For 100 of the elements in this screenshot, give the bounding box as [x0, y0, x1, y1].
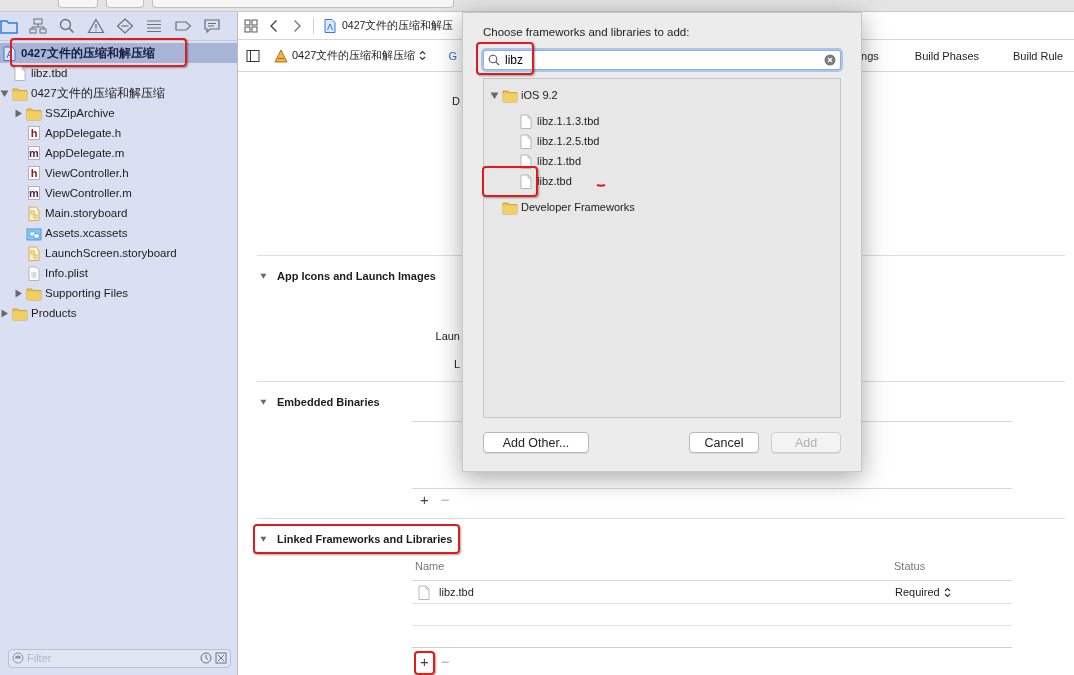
item-label: LaunchScreen.storyboard — [45, 247, 177, 259]
source-file-icon: m — [28, 146, 40, 160]
toolbar-field[interactable] — [152, 0, 454, 8]
folder-icon[interactable] — [0, 18, 18, 34]
tree-row[interactable]: libz.tbd — [0, 63, 237, 83]
stepper-icon — [419, 50, 427, 61]
source-file-icon: h — [28, 126, 40, 140]
scope-icon[interactable] — [215, 652, 227, 664]
field-label: Laun — [434, 329, 460, 343]
tree-row[interactable]: 0427文件的压缩和解压缩 — [0, 83, 237, 103]
section-title: Linked Frameworks and Libraries — [277, 533, 453, 545]
hierarchy-icon[interactable] — [29, 18, 47, 34]
tree-row[interactable]: h ViewController.h — [0, 163, 237, 183]
storyboard-file-icon — [26, 205, 42, 221]
editor-tab[interactable]: G — [448, 49, 458, 62]
item-label: Products — [31, 307, 77, 319]
diamond-icon[interactable] — [116, 18, 134, 34]
item-label: SSZipArchive — [45, 107, 115, 119]
stepper-icon — [943, 586, 951, 598]
item-label: Assets.xcassets — [45, 227, 128, 239]
disclosure-triangle-icon[interactable] — [260, 398, 269, 406]
list-item[interactable]: libz.tbd — [537, 175, 572, 187]
item-label: AppDelegate.m — [45, 147, 125, 159]
list-file-icon — [26, 265, 42, 281]
dialog-button[interactable]: Cancel — [689, 432, 759, 453]
item-label: Info.plist — [45, 267, 88, 279]
tree-row[interactable]: Products — [0, 303, 237, 323]
tree-row[interactable]: 0427文件的压缩和解压缩 — [0, 43, 237, 63]
status-value: Required — [895, 586, 940, 598]
speech-bubble-icon[interactable] — [203, 18, 221, 34]
folder-icon — [502, 199, 518, 215]
file-icon — [518, 153, 534, 169]
section-header[interactable]: App Icons and Launch Images — [255, 266, 440, 286]
project-file-icon[interactable] — [323, 18, 337, 33]
item-label: AppDelegate.h — [45, 127, 122, 139]
item-label: Main.storyboard — [45, 207, 128, 219]
disclosure-triangle-icon[interactable] — [260, 535, 269, 543]
warning-icon[interactable] — [87, 18, 105, 34]
tree-row[interactable]: LaunchScreen.storyboard — [0, 243, 237, 263]
section-title: App Icons and Launch Images — [277, 270, 436, 282]
search-icon — [488, 54, 500, 66]
column-header[interactable]: Name — [412, 560, 894, 572]
grid-icon[interactable] — [244, 18, 258, 33]
item-label: 0427文件的压缩和解压缩 — [31, 85, 165, 101]
file-icon — [518, 133, 534, 149]
field-label: D — [451, 94, 460, 108]
section-header[interactable]: Linked Frameworks and Libraries — [255, 529, 457, 549]
add-button[interactable]: + — [419, 655, 430, 669]
tag-icon[interactable] — [174, 18, 192, 34]
breadcrumb-label[interactable]: 0427文件的压缩和解压 — [342, 18, 454, 33]
search-icon[interactable] — [58, 18, 76, 34]
editor-tab[interactable]: Build Rule — [1013, 49, 1064, 62]
storyboard-file-icon — [26, 245, 42, 261]
section-title: Embedded Binaries — [277, 396, 380, 408]
list-icon[interactable] — [145, 18, 163, 34]
tree-row[interactable]: SSZipArchive — [0, 103, 237, 123]
tree-row[interactable]: Main.storyboard — [0, 203, 237, 223]
editor-tab[interactable]: Build Phases — [914, 49, 979, 62]
tree-row[interactable]: Info.plist — [0, 263, 237, 283]
tree-row[interactable]: Supporting Files — [0, 283, 237, 303]
app-target-icon — [274, 48, 288, 63]
status-popup[interactable]: Required — [891, 586, 951, 598]
list-item[interactable]: Developer Frameworks — [521, 201, 635, 213]
tree-row[interactable]: Assets.xcassets — [0, 223, 237, 243]
clock-icon[interactable] — [200, 652, 212, 664]
list-item[interactable]: libz.1.1.3.tbd — [537, 115, 600, 127]
column-header[interactable]: Status — [894, 560, 926, 572]
file-icon — [518, 173, 534, 189]
dialog-title: Choose frameworks and libraries to add: — [483, 26, 691, 40]
tree-row[interactable]: m ViewController.m — [0, 183, 237, 203]
list-item[interactable]: libz.1.tbd — [537, 155, 582, 167]
item-label: 0427文件的压缩和解压缩 — [21, 45, 155, 61]
target-label: 0427文件的压缩和解压缩 — [292, 48, 416, 63]
table-cell: libz.tbd — [439, 586, 474, 598]
folder-icon — [26, 105, 42, 121]
filter-icon[interactable] — [12, 652, 24, 664]
editor-tab[interactable]: ngs — [861, 49, 879, 62]
item-label: ViewController.m — [45, 187, 132, 199]
dialog-button[interactable]: Add Other... — [483, 432, 589, 453]
tree-row[interactable]: h AppDelegate.h — [0, 123, 237, 143]
list-item[interactable]: iOS 9.2 — [521, 89, 558, 101]
disclosure-triangle-icon[interactable] — [260, 272, 269, 280]
target-selector[interactable]: 0427文件的压缩和解压缩 — [274, 48, 427, 63]
sidebar-toggle-icon[interactable] — [246, 48, 260, 63]
source-file-icon: m — [28, 186, 40, 200]
tree-row[interactable]: m AppDelegate.m — [0, 143, 237, 163]
source-file-icon: h — [28, 166, 40, 180]
asset-catalog-icon — [26, 225, 42, 241]
item-label: libz.tbd — [31, 67, 68, 79]
list-item[interactable]: libz.1.2.5.tbd — [537, 135, 600, 147]
file-icon — [416, 584, 432, 600]
folder-icon — [502, 87, 518, 103]
folder-icon — [12, 305, 28, 321]
add-button[interactable]: + — [419, 493, 430, 507]
search-box[interactable]: libz — [483, 50, 841, 70]
field-label: L — [452, 357, 460, 371]
section-header[interactable]: Embedded Binaries — [255, 392, 384, 412]
clear-icon[interactable] — [824, 54, 836, 66]
item-label: Supporting Files — [45, 287, 129, 299]
file-icon — [518, 113, 534, 129]
